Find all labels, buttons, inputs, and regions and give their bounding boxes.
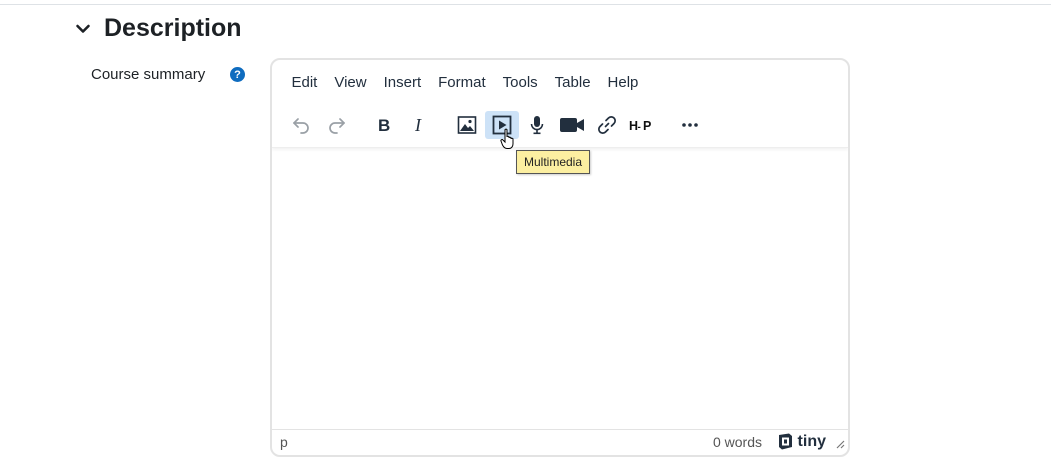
course-summary-label: Course summary xyxy=(91,66,206,83)
image-icon xyxy=(457,116,477,134)
svg-text:-: - xyxy=(638,122,641,133)
menu-edit[interactable]: Edit xyxy=(283,73,326,93)
italic-button[interactable]: I xyxy=(402,111,436,139)
microphone-icon xyxy=(530,116,544,135)
redo-icon xyxy=(329,118,345,134)
undo-button[interactable] xyxy=(284,111,318,139)
bold-icon: B xyxy=(378,116,390,135)
hand-cursor-icon xyxy=(500,128,518,155)
h5p-icon: H-P xyxy=(629,119,651,133)
element-path[interactable]: p xyxy=(280,434,288,450)
rich-text-editor: Edit View Insert Format Tools Table Help… xyxy=(270,58,850,457)
menu-tools[interactable]: Tools xyxy=(494,73,546,93)
italic-icon: I xyxy=(414,115,422,135)
svg-text:P: P xyxy=(643,119,651,133)
menu-format[interactable]: Format xyxy=(430,73,495,93)
editor-content-area[interactable] xyxy=(272,149,848,431)
more-horizontal-icon xyxy=(682,123,698,127)
resize-handle[interactable] xyxy=(835,436,845,452)
top-divider xyxy=(0,4,1051,5)
bold-button[interactable]: B xyxy=(367,111,401,139)
tiny-logo[interactable]: tiny xyxy=(776,433,826,451)
menu-help[interactable]: Help xyxy=(599,73,647,93)
editor-toolbar: B I H-P xyxy=(272,106,848,148)
chevron-down-icon[interactable] xyxy=(72,18,94,40)
tiny-brand-text: tiny xyxy=(797,433,826,450)
video-camera-icon xyxy=(560,118,584,132)
svg-text:B: B xyxy=(378,116,390,135)
word-count[interactable]: 0 words xyxy=(713,434,762,450)
svg-text:I: I xyxy=(414,115,422,135)
link-button[interactable] xyxy=(590,111,624,139)
record-video-button[interactable] xyxy=(555,111,589,139)
multimedia-tooltip: Multimedia xyxy=(516,150,591,174)
editor-statusbar: p 0 words tiny xyxy=(272,429,848,455)
menu-view[interactable]: View xyxy=(326,73,375,93)
menu-table[interactable]: Table xyxy=(546,73,599,93)
menu-insert[interactable]: Insert xyxy=(375,73,430,93)
record-audio-button[interactable] xyxy=(520,111,554,139)
help-icon[interactable]: ? xyxy=(230,67,245,82)
image-button[interactable] xyxy=(450,111,484,139)
section-title: Description xyxy=(104,14,242,42)
redo-button[interactable] xyxy=(320,111,354,139)
tiny-logo-icon xyxy=(778,433,792,450)
link-icon xyxy=(598,116,616,134)
undo-icon xyxy=(293,118,309,134)
section-header: Description xyxy=(72,14,242,43)
more-button[interactable] xyxy=(673,111,707,139)
resize-icon xyxy=(836,440,845,449)
h5p-button[interactable]: H-P xyxy=(625,111,659,139)
editor-menubar: Edit View Insert Format Tools Table Help xyxy=(272,60,848,106)
